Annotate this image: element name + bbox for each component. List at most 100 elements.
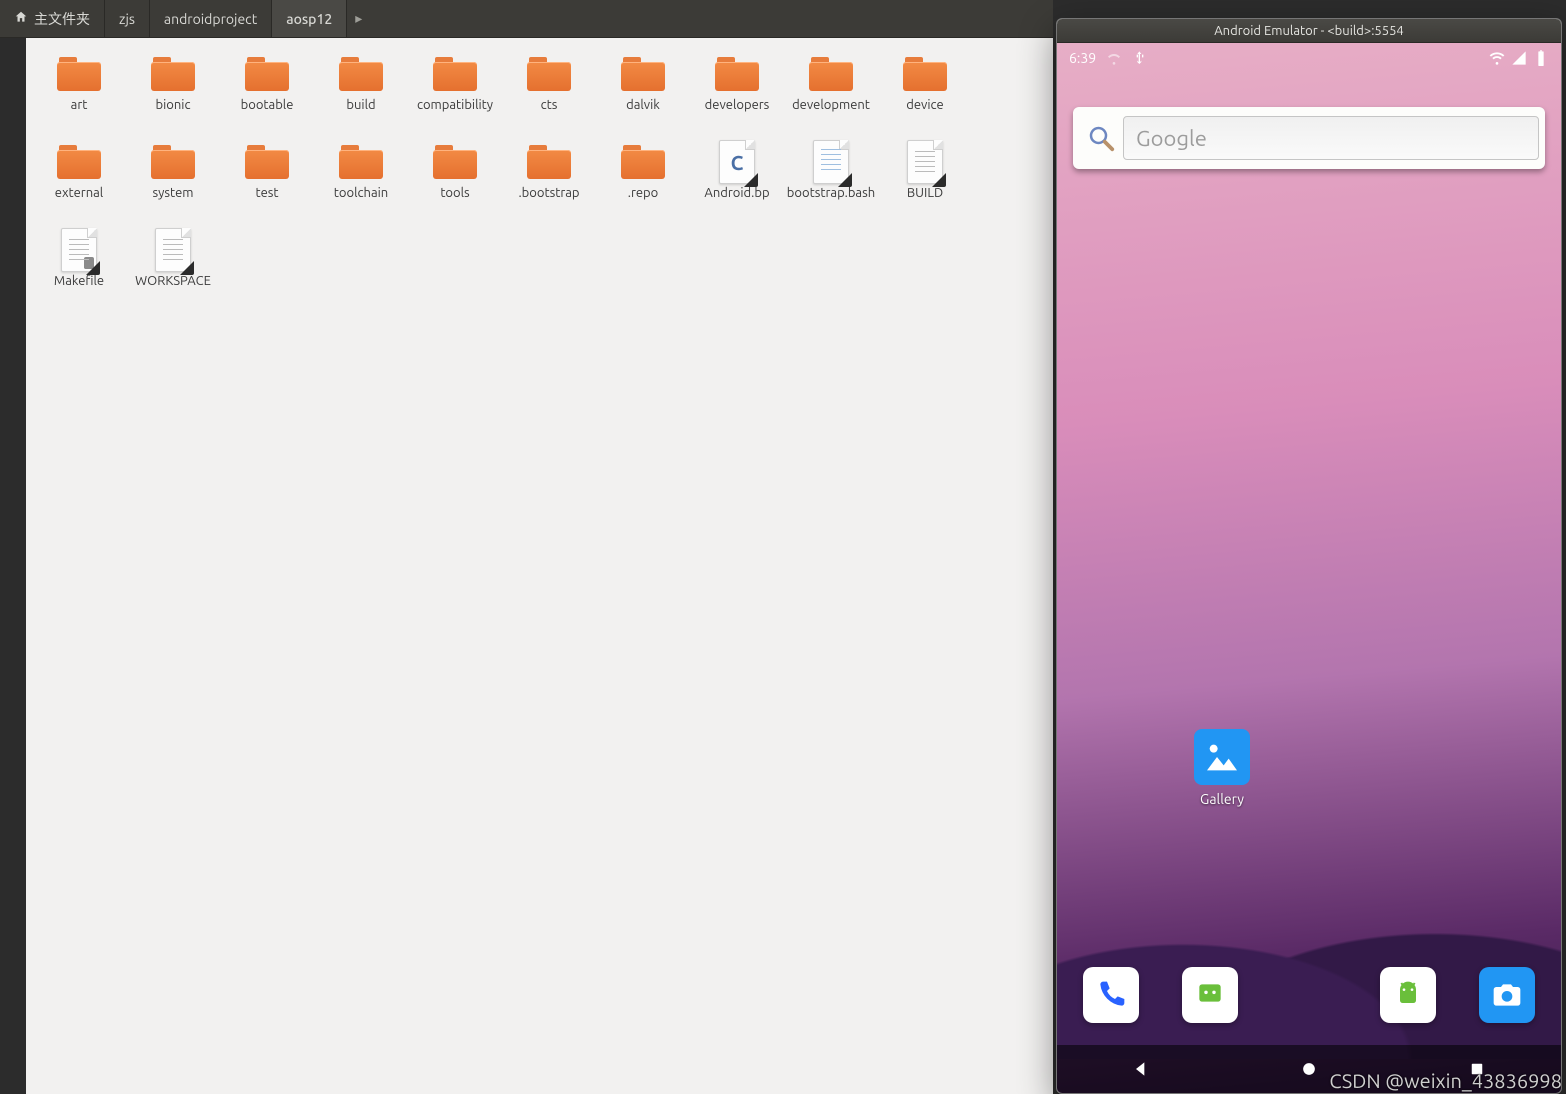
folder--bootstrap[interactable]: .bootstrap [502,142,596,218]
watermark-text: CSDN @weixin_43836998 [1329,1069,1562,1092]
phone-screen[interactable]: 6:39 [1057,43,1561,1093]
breadcrumb-label: 主文件夹 [34,9,90,29]
search-input[interactable]: Google [1123,116,1539,160]
nav-back-button[interactable] [1128,1056,1154,1082]
item-label: Android.bp [704,186,769,218]
dock-phone[interactable] [1083,967,1139,1023]
battery-icon [1533,50,1549,66]
fm-left-stripe [0,38,26,1094]
emulator-titlebar[interactable]: Android Emulator - <build>:5554 [1057,19,1561,43]
folder-icon [151,145,195,179]
emulator-title: Android Emulator - <build>:5554 [1214,24,1404,38]
folder-icon [621,145,665,179]
emulator-window: Android Emulator - <build>:5554 6:39 [1056,18,1562,1094]
folder--repo[interactable]: .repo [596,142,690,218]
file-icon [813,140,849,184]
folder-icon [621,57,665,91]
folder-device[interactable]: device [878,54,972,130]
item-label: system [152,186,193,218]
item-label: Makefile [54,274,104,306]
breadcrumb-androidproject[interactable]: androidproject [150,0,272,37]
item-label: compatibility [417,98,493,130]
file-workspace[interactable]: WORKSPACE [126,230,220,306]
item-label: bootstrap.bash [787,186,875,218]
folder-build[interactable]: build [314,54,408,130]
file-grid[interactable]: art bionic bootable build compatibility cts da… [26,38,1053,1094]
folder-art[interactable]: art [32,54,126,130]
item-label: cts [541,98,558,130]
dock-messages[interactable] [1182,967,1238,1023]
folder-external[interactable]: external [32,142,126,218]
folder-bionic[interactable]: bionic [126,54,220,130]
folder-icon [245,57,289,91]
item-label: development [792,98,870,130]
folder-icon [151,57,195,91]
item-label: .repo [628,186,659,218]
google-search-widget[interactable]: Google [1073,107,1545,169]
folder-system[interactable]: system [126,142,220,218]
breadcrumb-label: zjs [119,11,135,27]
folder-tools[interactable]: tools [408,142,502,218]
item-label: test [255,186,278,218]
folder-compatibility[interactable]: compatibility [408,54,502,130]
file-android-bp[interactable]: Android.bp [690,142,784,218]
search-placeholder: Google [1136,126,1207,151]
folder-icon [433,145,477,179]
status-bar: 6:39 [1057,43,1561,73]
folder-toolchain[interactable]: toolchain [314,142,408,218]
breadcrumb-aosp12[interactable]: aosp12 [272,0,347,37]
dock-spacer [1281,967,1337,1037]
item-label: build [346,98,375,130]
folder-cts[interactable]: cts [502,54,596,130]
item-label: WORKSPACE [135,274,211,306]
search-icon [1079,116,1123,160]
status-time: 6:39 [1069,50,1096,66]
wifi-off-icon [1106,50,1122,66]
file-manager-window: 主文件夹 zjs androidproject aosp12 ▸ art bion… [0,0,1053,1094]
item-label: tools [440,186,469,218]
folder-developers[interactable]: developers [690,54,784,130]
item-label: developers [705,98,770,130]
gallery-icon [1194,729,1250,785]
folder-icon [57,145,101,179]
nav-home-button[interactable] [1296,1056,1322,1082]
folder-icon [57,57,101,91]
breadcrumb-home[interactable]: 主文件夹 [0,0,105,37]
folder-icon [527,145,571,179]
breadcrumb-label: aosp12 [286,11,332,27]
folder-icon [527,57,571,91]
dock-camera[interactable] [1479,967,1535,1023]
wifi-icon [1489,50,1505,66]
breadcrumb-zjs[interactable]: zjs [105,0,150,37]
file-icon [155,228,191,272]
folder-icon [339,57,383,91]
dock [1057,967,1561,1037]
item-label: .bootstrap [518,186,579,218]
file-icon [719,140,755,184]
folder-development[interactable]: development [784,54,878,130]
folder-icon [809,57,853,91]
item-label: art [71,98,88,130]
folder-test[interactable]: test [220,142,314,218]
home-app-gallery[interactable]: Gallery [1187,729,1257,807]
usb-icon [1132,50,1148,66]
file-icon [61,228,97,272]
dock-apps[interactable] [1380,967,1436,1023]
breadcrumb-bar: 主文件夹 zjs androidproject aosp12 ▸ [0,0,1053,38]
folder-icon [339,145,383,179]
breadcrumb-label: androidproject [164,11,257,27]
item-label: toolchain [334,186,388,218]
item-label: BUILD [907,186,943,218]
item-label: dalvik [626,98,660,130]
home-icon [14,10,34,27]
folder-bootable[interactable]: bootable [220,54,314,130]
folder-dalvik[interactable]: dalvik [596,54,690,130]
file-build[interactable]: BUILD [878,142,972,218]
breadcrumb-expand-icon[interactable]: ▸ [347,0,370,37]
file-makefile[interactable]: Makefile [32,230,126,306]
item-label: bootable [241,98,294,130]
item-label: external [55,186,103,218]
folder-icon [715,57,759,91]
item-label: bionic [156,98,191,130]
file-bootstrap-bash[interactable]: bootstrap.bash [784,142,878,218]
